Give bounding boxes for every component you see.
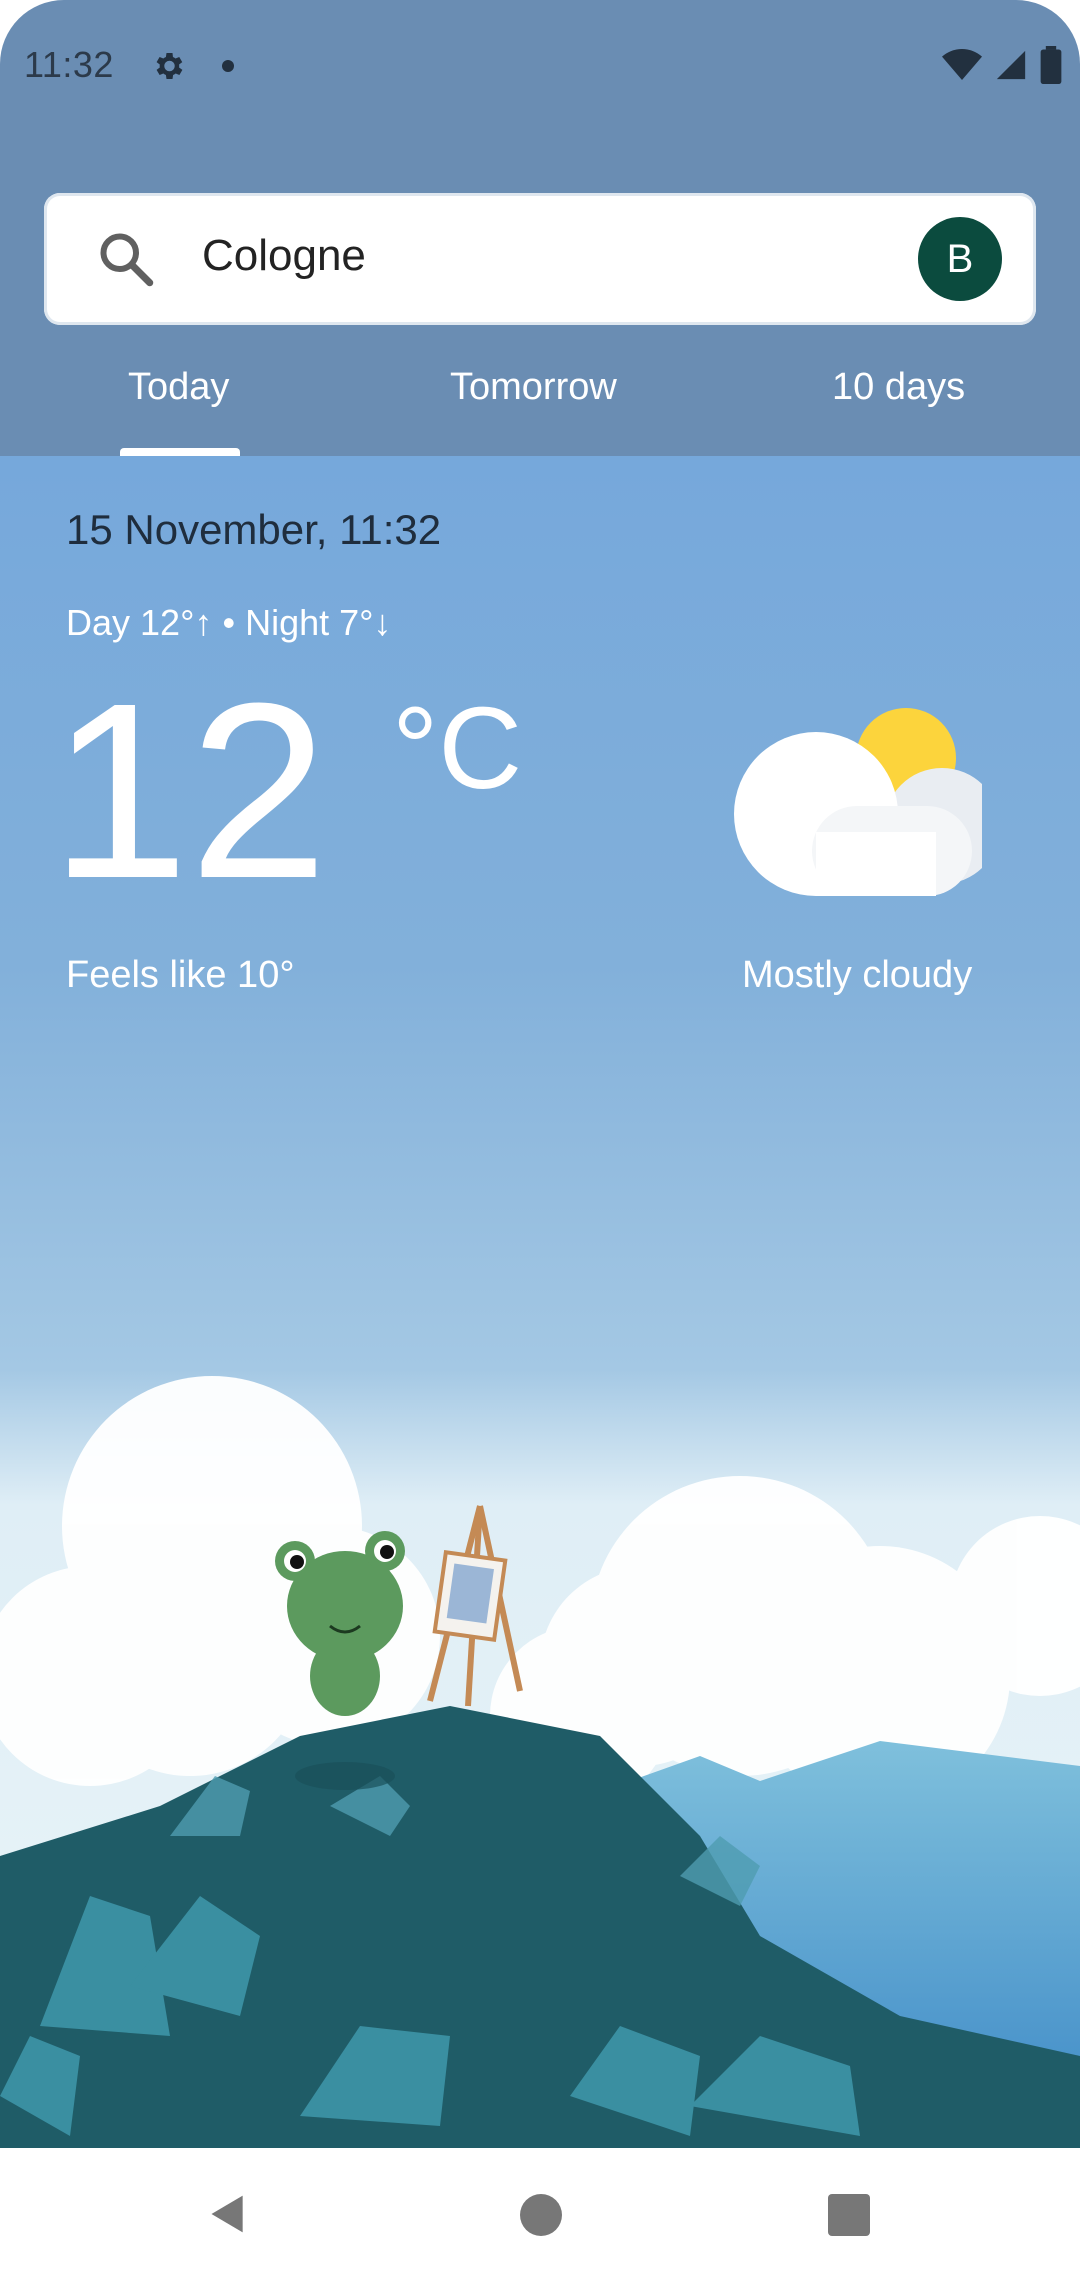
temperature-unit: °C xyxy=(392,683,523,813)
weather-panel: 15 November, 11:32 Day 12°↑ • Night 7°↓ … xyxy=(0,456,1080,2148)
selected-tab-indicator xyxy=(120,448,240,456)
tab-10-days[interactable]: 10 days xyxy=(832,366,965,409)
tab-today[interactable]: Today xyxy=(128,366,229,409)
system-navigation-bar xyxy=(0,2148,1080,2280)
feels-like: Feels like 10° xyxy=(66,954,295,996)
account-avatar[interactable]: B xyxy=(918,217,1002,301)
nav-back-icon[interactable] xyxy=(206,2192,250,2236)
signal-icon xyxy=(996,50,1026,80)
search-bar[interactable]: Cologne B xyxy=(44,193,1036,325)
tab-tomorrow[interactable]: Tomorrow xyxy=(450,366,617,409)
search-query[interactable]: Cologne xyxy=(202,231,366,281)
frog-painting-illustration xyxy=(0,1376,1080,2148)
settings-gear-icon xyxy=(156,52,183,80)
header: 11:32 Cologne B Today Tomorrow 10 days xyxy=(0,0,1080,456)
search-icon xyxy=(100,233,154,287)
day-night-temps: Day 12°↑ • Night 7°↓ xyxy=(66,602,392,643)
current-temperature: 12 °C xyxy=(50,666,522,916)
status-bar: 11:32 xyxy=(0,0,1080,130)
condition-text: Mostly cloudy xyxy=(742,954,973,996)
weather-app-screen: 11:32 Cologne B Today Tomorrow 10 days 1… xyxy=(0,0,1080,2280)
battery-icon xyxy=(1040,46,1062,84)
status-icons xyxy=(942,46,1062,84)
forecast-tabs: Today Tomorrow 10 days xyxy=(0,350,1080,456)
mostly-cloudy-icon xyxy=(734,708,982,896)
nav-home-icon[interactable] xyxy=(520,2194,562,2236)
notification-dot xyxy=(222,60,234,72)
date-time: 15 November, 11:32 xyxy=(66,506,442,553)
temperature-value: 12 xyxy=(50,651,329,930)
status-time: 11:32 xyxy=(24,44,114,85)
nav-recents-icon[interactable] xyxy=(828,2194,870,2236)
wifi-icon xyxy=(942,49,982,80)
